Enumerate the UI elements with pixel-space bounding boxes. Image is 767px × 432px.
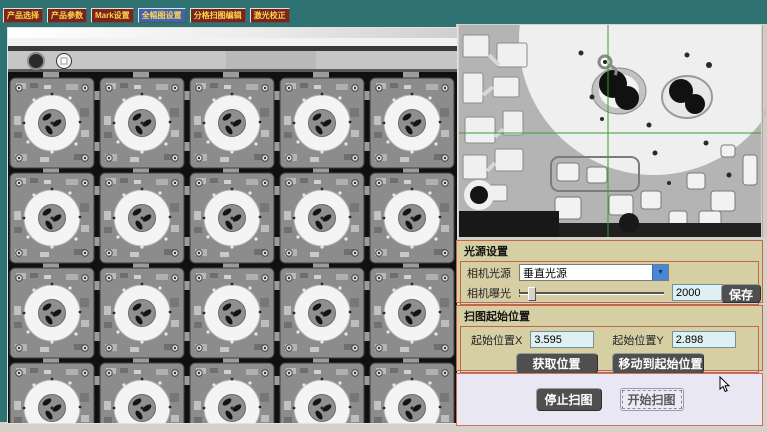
scan-action-panel: 停止扫图 开始扫图 [456,373,763,426]
start-y-input[interactable] [672,331,736,348]
chevron-down-icon[interactable]: ▼ [652,265,668,280]
menu-item-3[interactable]: Mark设置 [91,8,134,23]
menu-bar: 产品选择产品参数 Mark设置全幅图设置分格扫图编辑激光校正 [3,8,290,23]
light-settings-box: 相机光源 垂直光源 ▼ 相机曝光 保存 [460,261,759,305]
start-y-label: 起始位置Y [612,332,663,348]
start-x-input[interactable] [530,331,594,348]
menu-item-5[interactable]: 分格扫图编辑 [190,8,246,23]
save-button[interactable]: 保存 [721,284,761,303]
panel-scan-image-view[interactable] [7,27,458,424]
splitter-grip-icon: ⁞ [763,113,767,127]
menu-item-4[interactable]: 全幅图设置 [138,8,186,23]
slider-track [519,292,664,295]
light-settings-title: 光源设置 [460,242,759,261]
pcb-panel-artwork [8,28,457,423]
scan-start-box: 起始位置X 起始位置Y 获取位置 移动到起始位置 [460,326,759,373]
start-scan-button[interactable]: 开始扫图 [620,388,684,411]
splitter-strip[interactable]: ⁞ [762,25,767,237]
camera-light-select[interactable]: 垂直光源 ▼ [519,264,669,281]
exposure-label: 相机曝光 [467,285,511,301]
camera-light-label: 相机光源 [467,265,511,281]
exposure-slider[interactable] [519,286,664,300]
camera-live-view[interactable] [459,25,761,237]
camera-image [459,25,761,237]
scan-start-title: 扫图起始位置 [460,307,759,326]
stop-scan-button[interactable]: 停止扫图 [536,388,602,411]
menu-item-6[interactable]: 激光校正 [250,8,290,23]
menu-item-2[interactable]: 产品参数 [47,8,87,23]
move-to-start-button[interactable]: 移动到起始位置 [612,353,704,374]
camera-pcb-artwork [459,25,761,237]
scan-start-panel: 扫图起始位置 起始位置X 起始位置Y 获取位置 移动到起始位置 [456,305,763,371]
start-x-label: 起始位置X [471,332,522,348]
exposure-input[interactable] [672,284,724,301]
get-position-button[interactable]: 获取位置 [516,353,598,374]
app-window: 产品选择产品参数 Mark设置全幅图设置分格扫图编辑激光校正 [0,0,767,432]
camera-light-value: 垂直光源 [523,265,567,281]
light-settings-panel: 光源设置 相机光源 垂直光源 ▼ 相机曝光 保存 [456,240,763,303]
slider-thumb[interactable] [528,287,536,301]
panel-scan-image [8,28,457,423]
menu-item-1[interactable]: 产品选择 [3,8,43,23]
